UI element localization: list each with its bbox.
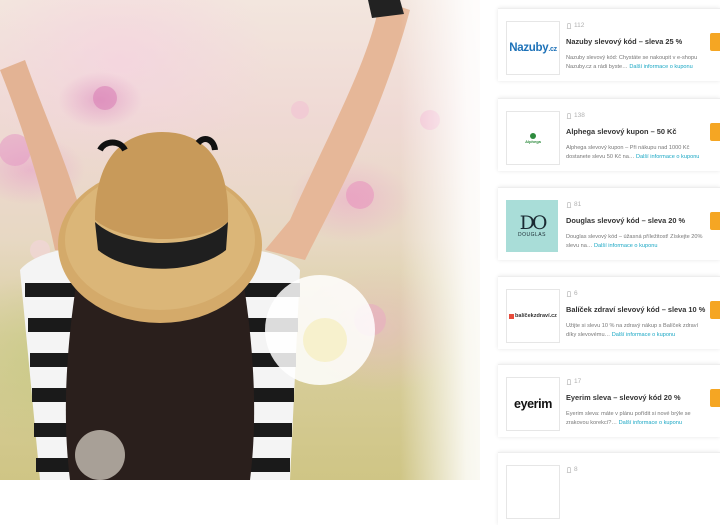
coupon-description: Alphega slevový kupon – Při nákupu nad 1… (566, 144, 704, 162)
douglas-logo-mark: DO (519, 212, 548, 234)
more-info-link[interactable]: Další informace o kuponu (619, 420, 682, 426)
balicek-zdravi-logo[interactable]: balíčekzdraví.cz (506, 289, 560, 343)
coupon-title[interactable]: Balíček zdraví slevový kód – sleva 10 % (566, 305, 711, 314)
view-count-value: 81 (574, 201, 582, 208)
view-count-value: 112 (574, 22, 585, 29)
nazuby-logo[interactable]: Nazuby.cz (506, 21, 560, 75)
reveal-code-button[interactable] (710, 212, 720, 230)
coupon-description: Nazuby slevový kód: Chystáte se nakoupit… (566, 54, 704, 72)
coupon-list: Nazuby.cz 112 Nazuby slevový kód – sleva… (498, 0, 720, 525)
coupon-title[interactable]: Alphega slevový kupon – 50 Kč (566, 127, 711, 136)
reveal-code-button[interactable] (710, 33, 720, 51)
coupon-card-douglas[interactable]: DO DOUGLAS 81 Douglas slevový kód – slev… (498, 187, 720, 260)
view-count-value: 17 (574, 378, 582, 385)
partial-logo[interactable] (506, 465, 560, 519)
reveal-code-button[interactable] (710, 301, 720, 319)
hero-fade-overlay (400, 0, 510, 480)
eye-icon (566, 112, 572, 119)
nazuby-logo-text: Nazuby (509, 42, 549, 54)
eye-icon (566, 290, 572, 297)
coupon-title[interactable]: Nazuby slevový kód – sleva 25 % (566, 37, 711, 46)
coupon-card-balicek-zdravi[interactable]: balíčekzdraví.cz 6 Balíček zdraví slevov… (498, 276, 720, 349)
view-count: 138 (566, 112, 585, 119)
balicek-logo-text: balíčekzdraví.cz (515, 313, 557, 319)
more-info-link[interactable]: Další informace o kuponu (629, 64, 692, 70)
view-count-value: 8 (574, 466, 578, 473)
coupon-card-partial[interactable]: 8 (498, 452, 720, 525)
view-count: 6 (566, 290, 578, 297)
alphega-logo[interactable]: Alphega (506, 111, 560, 165)
eye-icon (566, 201, 572, 208)
nazuby-logo-suffix: .cz (548, 46, 557, 53)
more-info-link[interactable]: Další informace o kuponu (594, 243, 657, 249)
eye-icon (566, 378, 572, 385)
coupon-title[interactable]: Douglas slevový kód – sleva 20 % (566, 216, 711, 225)
coupon-description: Užijte si slevu 10 % na zdravý nákup s B… (566, 322, 704, 340)
coupon-title[interactable]: Eyerim sleva – slevový kód 20 % (566, 393, 711, 402)
balicek-box-icon (509, 313, 515, 319)
eye-icon (566, 466, 572, 473)
coupon-card-eyerim[interactable]: eyerim 17 Eyerim sleva – slevový kód 20 … (498, 364, 720, 437)
view-count: 17 (566, 378, 581, 385)
douglas-logo-text: DOUGLAS (518, 232, 546, 238)
reveal-code-button[interactable] (710, 123, 720, 141)
coupon-description: Douglas slevový kód – úžasná příležitost… (566, 233, 704, 251)
view-count: 81 (566, 201, 581, 208)
eye-icon (566, 22, 572, 29)
view-count-value: 6 (574, 290, 578, 297)
coupon-card-nazuby[interactable]: Nazuby.cz 112 Nazuby slevový kód – sleva… (498, 8, 720, 81)
coupon-card-alphega[interactable]: Alphega 138 Alphega slevový kupon – 50 K… (498, 98, 720, 171)
coupon-description: Eyerim sleva: máte v plánu pořídit si no… (566, 410, 704, 428)
reveal-code-button[interactable] (710, 389, 720, 407)
alphega-logo-text: Alphega (525, 138, 541, 144)
more-info-link[interactable]: Další informace o kuponu (636, 154, 699, 160)
eyerim-logo-text: eyerim (514, 397, 552, 411)
view-count-value: 138 (574, 112, 585, 119)
view-count: 8 (566, 466, 578, 473)
douglas-logo[interactable]: DO DOUGLAS (506, 200, 558, 252)
view-count: 112 (566, 22, 584, 29)
more-info-link[interactable]: Další informace o kuponu (612, 332, 675, 338)
eyerim-logo[interactable]: eyerim (506, 377, 560, 431)
